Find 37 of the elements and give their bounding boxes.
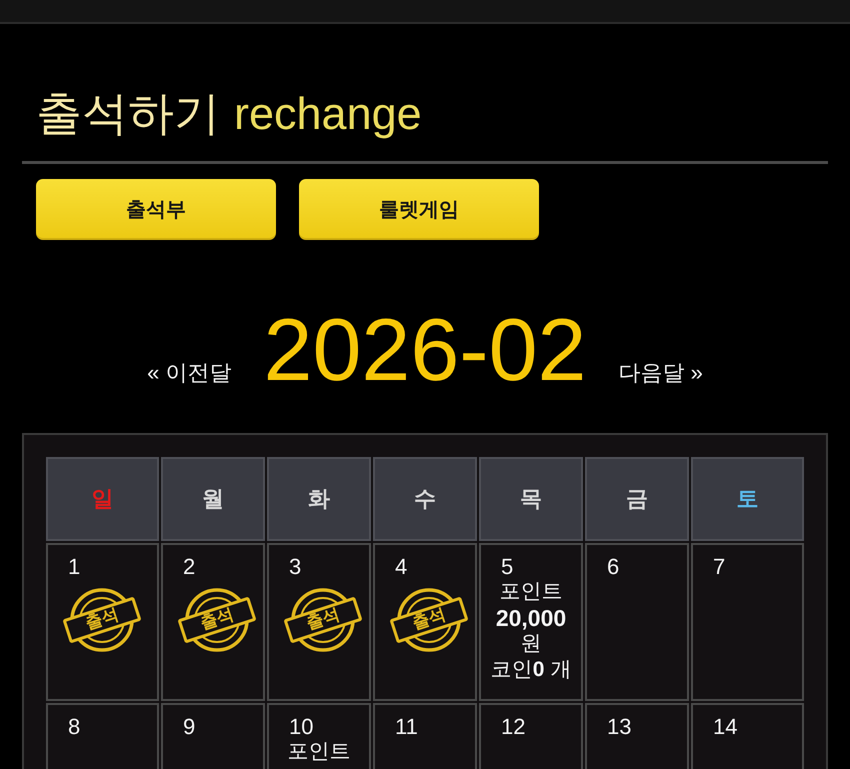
page-title: 출석하기 bbox=[36, 86, 220, 141]
reward-amount: 20,000 bbox=[496, 605, 566, 631]
attendance-stamp: 출석 bbox=[62, 587, 142, 653]
next-month-link[interactable]: 다음달 » bbox=[618, 358, 703, 388]
previous-month-link[interactable]: « 이전달 bbox=[147, 358, 232, 388]
attendance-stamp: 출석 bbox=[177, 587, 257, 653]
coin-count: 코인0 개 bbox=[490, 657, 572, 683]
page-subtitle: rechange bbox=[234, 87, 422, 141]
day-number: 12 bbox=[501, 715, 526, 739]
day-number: 11 bbox=[395, 715, 418, 739]
weekday-label: 월 bbox=[202, 485, 224, 513]
day-number: 5 bbox=[501, 555, 514, 579]
day-number: 8 bbox=[68, 715, 80, 739]
day-number: 2 bbox=[183, 555, 196, 579]
weekday-label: 수 bbox=[414, 485, 436, 513]
day-number: 4 bbox=[395, 555, 408, 579]
weekday-label: 화 bbox=[308, 485, 330, 513]
day-number: 14 bbox=[713, 715, 738, 739]
weekday-label: 금 bbox=[626, 485, 648, 513]
reward-label: 포인트 bbox=[288, 739, 350, 765]
day-number: 6 bbox=[607, 555, 620, 579]
day-number: 13 bbox=[607, 715, 632, 739]
weekday-label: 일 bbox=[92, 485, 114, 513]
day-number: 9 bbox=[183, 715, 196, 739]
day-number: 1 bbox=[68, 555, 80, 579]
attendance-stamp: 출석 bbox=[283, 587, 363, 653]
current-month: 2026-02 bbox=[264, 306, 586, 394]
reward-label: 포인트 bbox=[500, 579, 562, 605]
menu-button[interactable]: 룰렛게임 bbox=[299, 179, 539, 240]
day-number: 7 bbox=[713, 555, 726, 579]
attendance-stamp: 출석 bbox=[389, 587, 469, 653]
menu-button[interactable]: 출석부 bbox=[36, 179, 276, 240]
day-number: 10 bbox=[289, 715, 314, 739]
day-number: 3 bbox=[289, 555, 302, 579]
reward-unit: 원 bbox=[520, 631, 542, 657]
weekday-label: 목 bbox=[520, 485, 542, 513]
weekday-label: 토 bbox=[736, 485, 758, 513]
